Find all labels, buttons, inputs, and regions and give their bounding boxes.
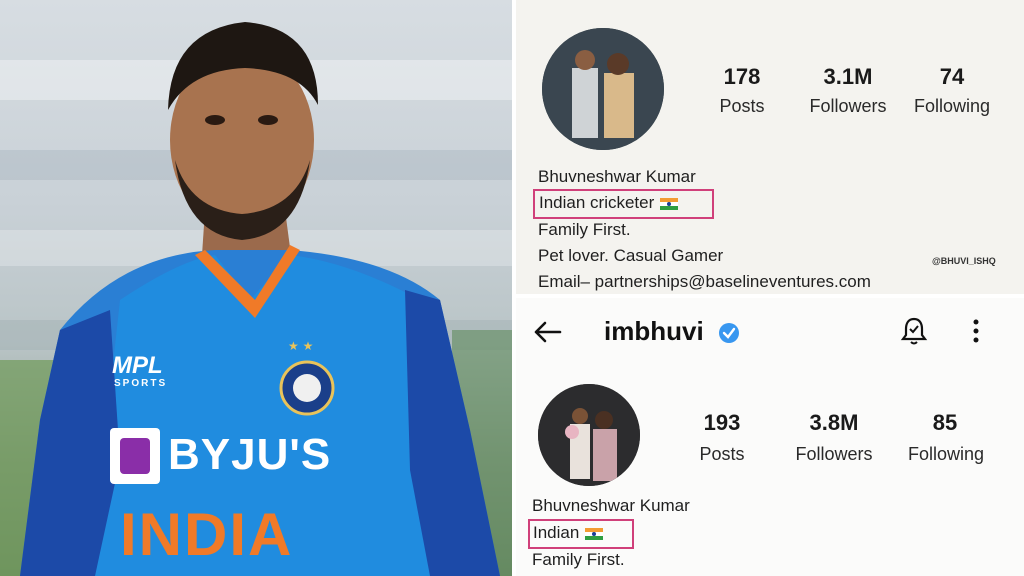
new-posts-count: 193 xyxy=(703,410,741,435)
new-following-label[interactable]: Following xyxy=(896,444,996,465)
profile-username: imbhuvi xyxy=(604,316,704,346)
jersey-sponsor-small-sub: SPORTS xyxy=(114,378,168,389)
new-followers-label[interactable]: Followers xyxy=(784,444,884,465)
india-flag-icon xyxy=(585,527,604,540)
old-posts-label: Posts xyxy=(719,96,765,116)
back-arrow-icon[interactable] xyxy=(532,320,562,344)
new-profile-avatar[interactable] xyxy=(538,384,640,486)
old-followers-label[interactable]: Followers xyxy=(798,96,898,117)
old-followers-count[interactable]: 3.1M xyxy=(808,64,888,90)
new-bio-line-1: Family First. xyxy=(532,550,625,569)
old-bio-highlight-text: Indian cricketer xyxy=(539,193,655,212)
new-bio-highlight: Indian xyxy=(533,523,604,543)
player-figure: ★ ★ xyxy=(20,22,500,576)
new-profile-panel: imbhuvi 193 Posts 3.8M Followers 85 Foll… xyxy=(516,298,1024,576)
more-icon[interactable] xyxy=(970,318,982,344)
player-photo: ★ ★ MPL SPORTS BYJU'S INDIA xyxy=(0,0,512,576)
svg-text:★ ★: ★ ★ xyxy=(288,339,313,353)
old-profile-name: Bhuvneshwar Kumar xyxy=(538,167,696,186)
new-followers-count[interactable]: 3.8M xyxy=(794,410,874,436)
old-posts-count: 178 xyxy=(723,64,761,89)
old-bio-line-2: Pet lover. Casual Gamer xyxy=(538,246,724,265)
verified-badge-icon xyxy=(719,323,739,343)
watermark: @BHUVI_ISHQ xyxy=(932,256,996,266)
old-bio-line-1: Family First. xyxy=(538,220,631,239)
old-profile-panel: 178 Posts 3.1M Followers 74 Following Bh… xyxy=(516,0,1024,294)
old-following-count[interactable]: 74 xyxy=(922,64,982,90)
jersey-sponsor-main: BYJU'S xyxy=(168,430,332,479)
old-following-label[interactable]: Following xyxy=(904,96,1000,117)
new-bio-highlight-text: Indian xyxy=(533,523,580,542)
new-following-count[interactable]: 85 xyxy=(915,410,975,436)
old-bio-highlight: Indian cricketer xyxy=(539,193,679,213)
jersey-sponsor-small: MPL xyxy=(112,352,163,379)
jersey-team: INDIA xyxy=(120,501,294,568)
bell-icon[interactable] xyxy=(900,316,928,346)
old-bio-line-3[interactable]: Email– partnerships@baselineventures.com xyxy=(538,272,871,292)
india-flag-icon xyxy=(660,197,679,210)
new-profile-name: Bhuvneshwar Kumar xyxy=(532,496,690,515)
new-posts-label: Posts xyxy=(699,444,745,464)
old-profile-avatar[interactable] xyxy=(542,28,664,150)
